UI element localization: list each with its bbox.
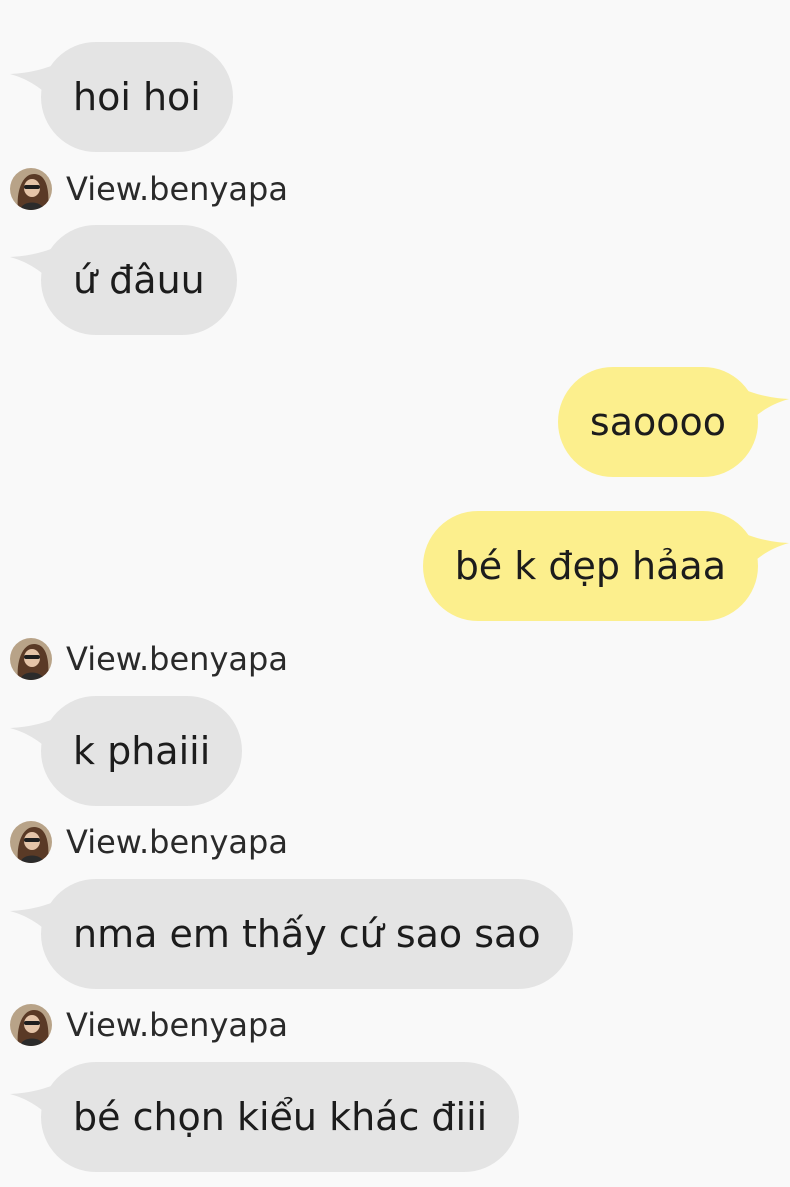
message-text: nma em thấy cứ sao sao (73, 912, 541, 956)
bubble-tail-icon (743, 389, 789, 429)
sender-name[interactable]: View.benyapa (66, 640, 288, 678)
message-text: saoooo (589, 400, 726, 444)
chat-thread: hoi hoi View.benyapa ứ đâuu saoooo bé k … (0, 0, 790, 1187)
sender-header: View.benyapa (10, 167, 288, 211)
message-text: bé k đẹp hảaa (454, 544, 726, 588)
bubble-tail-icon (10, 901, 56, 941)
sender-name[interactable]: View.benyapa (66, 1006, 288, 1044)
bubble-tail-icon (10, 64, 56, 104)
incoming-message-bubble[interactable]: ứ đâuu (10, 225, 237, 335)
sender-header: View.benyapa (10, 820, 288, 864)
message-text: hoi hoi (73, 75, 201, 119)
bubble-tail-icon (10, 718, 56, 758)
outgoing-message-bubble[interactable]: saoooo (557, 367, 789, 477)
bubble-tail-icon (10, 247, 56, 287)
sender-header: View.benyapa (10, 1003, 288, 1047)
sender-header: View.benyapa (10, 637, 288, 681)
incoming-message-bubble[interactable]: bé chọn kiểu khác điii (10, 1062, 520, 1172)
sender-name[interactable]: View.benyapa (66, 170, 288, 208)
outgoing-message-bubble[interactable]: bé k đẹp hảaa (422, 511, 789, 621)
message-text: bé chọn kiểu khác điii (73, 1095, 488, 1139)
avatar[interactable] (10, 638, 52, 680)
bubble-tail-icon (10, 1084, 56, 1124)
profile-photo-icon (10, 638, 52, 680)
incoming-message-bubble[interactable]: hoi hoi (10, 42, 233, 152)
incoming-message-bubble[interactable]: nma em thấy cứ sao sao (10, 879, 573, 989)
profile-photo-icon (10, 821, 52, 863)
incoming-message-bubble[interactable]: k phaiii (10, 696, 243, 806)
profile-photo-icon (10, 1004, 52, 1046)
message-text: k phaiii (73, 729, 211, 773)
profile-photo-icon (10, 168, 52, 210)
avatar[interactable] (10, 821, 52, 863)
avatar[interactable] (10, 1004, 52, 1046)
message-text: ứ đâuu (73, 258, 205, 302)
avatar[interactable] (10, 168, 52, 210)
sender-name[interactable]: View.benyapa (66, 823, 288, 861)
bubble-tail-icon (743, 533, 789, 573)
